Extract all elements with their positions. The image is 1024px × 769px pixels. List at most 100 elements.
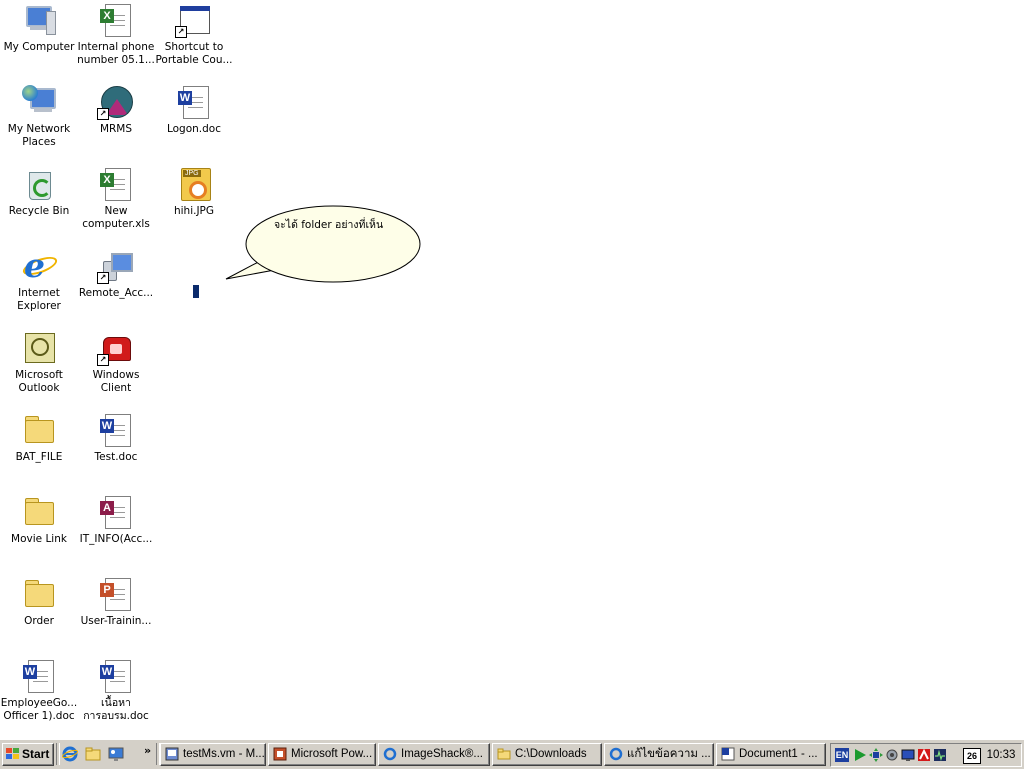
icon-label: Test.doc [94, 451, 138, 463]
browser-icon [383, 747, 397, 761]
icon-label: Recycle Bin [8, 205, 70, 217]
desktop-icon-test-doc[interactable]: W Test.doc [77, 413, 155, 464]
icon-label: BAT_FILE [15, 451, 63, 463]
desktop-icon-user-training[interactable]: P User-Trainin... [77, 577, 155, 628]
desktop-icon-windows-client[interactable]: ↗ Windows Client [77, 331, 155, 395]
desktop-icon-remote-access[interactable]: ↗ Remote_Acc... [77, 249, 155, 300]
recycle-bin-icon [22, 167, 56, 201]
desktop-icon-order[interactable]: Order [0, 577, 78, 628]
folder-icon [22, 577, 56, 611]
outlook-icon [22, 331, 56, 365]
folder-icon [22, 495, 56, 529]
desktop-icon-content-doc[interactable]: W เนื้อหา การอบรม.doc [77, 659, 155, 723]
access-database-icon: A [99, 495, 133, 529]
taskbar-button-testms[interactable]: testMs.vm - M... [160, 743, 266, 766]
quick-launch-chevron-icon[interactable]: » [144, 744, 151, 757]
icon-label: เนื้อหา การอบรม.doc [83, 697, 149, 722]
taskbar: Start » testMs.vm - M... Microsoft Pow..… [0, 738, 1024, 769]
shortcut-arrow-icon: ↗ [97, 108, 109, 120]
desktop-icon-shortcut-portable[interactable]: ↗ Shortcut to Portable Cou... [155, 3, 233, 67]
language-indicator[interactable]: EN [835, 748, 849, 762]
taskbar-button-document1[interactable]: Document1 - ... [716, 743, 826, 766]
task-label: Microsoft Pow... [291, 748, 373, 760]
icon-label: Order [24, 615, 54, 627]
shortcut-arrow-icon: ↗ [175, 26, 187, 38]
task-label: แก้ไขข้อความ ... [627, 748, 711, 760]
system-monitor-icon[interactable] [933, 748, 947, 762]
icon-label: EmployeeGo... Officer 1).doc [0, 697, 78, 722]
word-document-icon: W [99, 413, 133, 447]
system-tray: EN 26 10:33 [830, 743, 1022, 767]
word-document-icon: W [177, 85, 211, 119]
shortcut-arrow-icon: ↗ [97, 272, 109, 284]
desktop-icon-mrms[interactable]: ↗ MRMS [77, 85, 155, 136]
excel-document-icon: X [99, 167, 133, 201]
network-places-icon [22, 85, 56, 119]
folder-icon [497, 748, 511, 760]
taskbar-button-imageshack[interactable]: ImageShack®... [378, 743, 490, 766]
shield-icon[interactable] [885, 748, 899, 762]
icon-label: Windows Client [92, 369, 140, 394]
mrms-app-icon: ↗ [97, 85, 133, 120]
icon-label: Remote_Acc... [78, 287, 154, 299]
icon-label: Internal phone number 05.1... [77, 41, 155, 66]
icon-label: Microsoft Outlook [15, 369, 63, 394]
callout-text: จะได้ folder อย่างที่เห็น [274, 219, 384, 231]
powerpoint-icon [273, 747, 287, 761]
text-cursor [193, 285, 199, 298]
remote-access-icon: ↗ [97, 249, 133, 284]
desktop-icon-it-info[interactable]: A IT_INFO(Acc... [77, 495, 155, 546]
desktop-icon-microsoft-outlook[interactable]: Microsoft Outlook [0, 331, 78, 395]
quick-launch-explorer-icon[interactable] [85, 746, 101, 762]
task-label: testMs.vm - M... [183, 748, 265, 760]
word-document-icon: W [99, 659, 133, 693]
task-label: Document1 - ... [739, 748, 818, 760]
quick-launch-ie-icon[interactable] [62, 746, 78, 762]
desktop-icon-bat-file[interactable]: BAT_FILE [0, 413, 78, 464]
browser-icon [609, 747, 623, 761]
icon-label: Movie Link [11, 533, 67, 545]
desktop-icon-my-network-places[interactable]: My Network Places [0, 85, 78, 149]
quick-launch-show-desktop-icon[interactable] [108, 746, 124, 762]
task-label: C:\Downloads [515, 748, 587, 760]
desktop-icon-movie-link[interactable]: Movie Link [0, 495, 78, 546]
start-label: Start [22, 747, 50, 761]
taskbar-button-downloads[interactable]: C:\Downloads [492, 743, 602, 766]
icon-label: Logon.doc [166, 123, 222, 135]
application-window-icon: ↗ [175, 3, 211, 38]
desktop-icon-new-computer-xls[interactable]: X New computer.xls [77, 167, 155, 231]
desktop: My Computer My Network Places Recycle Bi… [0, 0, 1024, 738]
icon-label: MRMS [99, 123, 133, 135]
antivirus-icon[interactable] [917, 748, 931, 762]
excel-document-icon: X [99, 3, 133, 37]
icon-label: Internet Explorer [17, 287, 61, 312]
computer-icon [22, 3, 56, 37]
taskbar-button-powerpoint[interactable]: Microsoft Pow... [268, 743, 376, 766]
icon-label: Shortcut to Portable Cou... [155, 41, 233, 66]
clock[interactable]: 10:33 [983, 744, 1019, 766]
icon-label: IT_INFO(Acc... [79, 533, 153, 545]
play-icon[interactable] [853, 748, 867, 762]
taskbar-button-edit-message[interactable]: แก้ไขข้อความ ... [604, 743, 714, 766]
vm-icon [165, 747, 179, 761]
folder-icon [22, 413, 56, 447]
start-button[interactable]: Start [2, 743, 54, 766]
desktop-icon-internal-phone[interactable]: X Internal phone number 05.1... [77, 3, 155, 67]
desktop-icon-recycle-bin[interactable]: Recycle Bin [0, 167, 78, 218]
monitor-icon[interactable] [901, 748, 915, 762]
word-icon [721, 747, 735, 761]
desktop-icon-my-computer[interactable]: My Computer [0, 3, 78, 54]
jpg-image-icon: JPG [177, 167, 211, 201]
word-document-icon: W [22, 659, 56, 693]
desktop-icon-logon-doc[interactable]: W Logon.doc [155, 85, 233, 136]
network-icon[interactable] [869, 748, 883, 762]
powerpoint-document-icon: P [99, 577, 133, 611]
desktop-icon-employee-doc[interactable]: W EmployeeGo... Officer 1).doc [0, 659, 78, 723]
internet-explorer-icon: e [20, 249, 60, 283]
shortcut-arrow-icon: ↗ [97, 354, 109, 366]
calendar-date-icon[interactable]: 26 [963, 748, 981, 764]
windows-logo-icon [6, 748, 19, 760]
icon-label: New computer.xls [82, 205, 150, 230]
desktop-icon-internet-explorer[interactable]: e Internet Explorer [0, 249, 78, 313]
telephone-icon: ↗ [97, 331, 133, 366]
